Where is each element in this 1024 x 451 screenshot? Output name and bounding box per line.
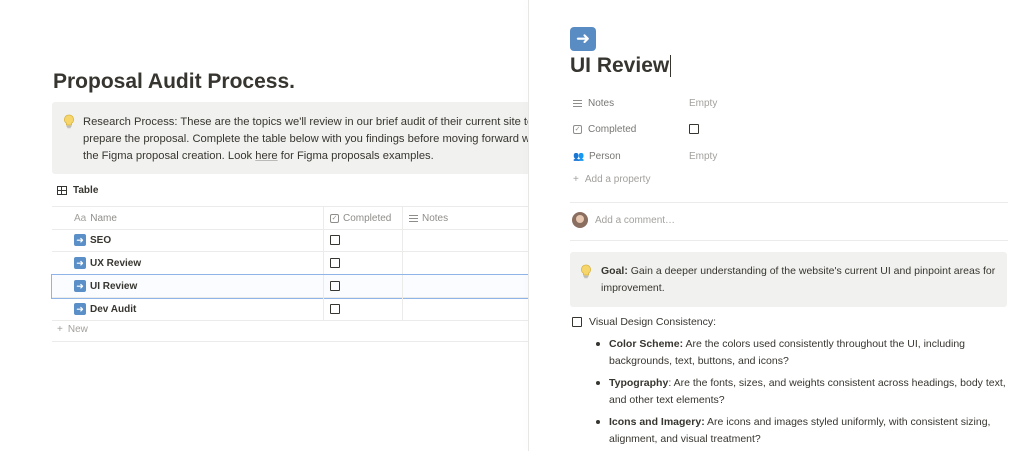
divider (570, 202, 1008, 203)
research-callout: Research Process: These are the topics w… (52, 102, 528, 174)
table-header: Aa Name ✓ Completed Notes (52, 206, 528, 230)
bullet-icon (596, 420, 600, 424)
goal-callout: Goal: Gain a deeper understanding of the… (570, 252, 1007, 307)
checkbox-property-icon: ✓ (330, 213, 339, 223)
completed-checkbox[interactable] (689, 124, 699, 134)
plus-icon: + (57, 324, 63, 335)
text-caret (670, 55, 672, 77)
bullet-icon (596, 342, 600, 346)
column-header-notes[interactable]: Notes (402, 207, 528, 229)
title-property-icon: Aa (74, 212, 87, 224)
property-value[interactable]: Empty (689, 151, 717, 162)
notes-cell[interactable] (402, 298, 528, 320)
text-lines-icon (409, 213, 418, 224)
property-value[interactable]: Empty (689, 98, 717, 109)
lightbulb-icon (63, 114, 75, 134)
arrow-right-icon: ➜ (74, 280, 86, 292)
property-completed[interactable]: ✓ Completed (573, 120, 699, 138)
row-title[interactable]: UI Review (90, 281, 137, 292)
bullet-item: Typography: Are the fonts, sizes, and we… (596, 375, 1006, 408)
checkbox-property-icon: ✓ (573, 124, 582, 134)
add-property-button[interactable]: + Add a property (573, 174, 650, 185)
bullet-item: Icons and Imagery: Are icons and images … (596, 414, 1006, 447)
database-page: Proposal Audit Process. Research Process… (0, 0, 528, 451)
bullet-icon (596, 381, 600, 385)
comment-input[interactable]: Add a comment… (572, 212, 675, 228)
table-row-selected[interactable]: ➜ UI Review (51, 274, 528, 299)
text-lines-icon (573, 98, 582, 109)
completed-checkbox[interactable] (330, 258, 340, 268)
property-person[interactable]: 👥 Person Empty (573, 147, 717, 165)
table-icon (57, 186, 67, 195)
arrow-right-icon: ➜ (74, 303, 86, 315)
goal-text: Goal: Gain a deeper understanding of the… (601, 265, 996, 294)
column-header-name[interactable]: Aa Name (52, 207, 322, 229)
property-notes[interactable]: Notes Empty (573, 94, 717, 112)
todo-item[interactable]: Visual Design Consistency: (572, 316, 716, 328)
completed-checkbox[interactable] (330, 281, 340, 291)
completed-checkbox[interactable] (330, 304, 340, 314)
table-view-tab[interactable]: Table (57, 185, 98, 196)
new-row-button[interactable]: + New (57, 324, 88, 335)
completed-checkbox[interactable] (330, 235, 340, 245)
avatar (572, 212, 588, 228)
notes-cell[interactable] (402, 252, 528, 274)
arrow-right-icon: ➜ (74, 257, 86, 269)
row-title[interactable]: Dev Audit (90, 304, 136, 315)
lightbulb-icon (580, 264, 592, 284)
column-header-completed[interactable]: ✓ Completed (323, 207, 401, 229)
page-title-input[interactable]: UI Review (570, 54, 672, 78)
arrow-right-icon: ➜ (74, 234, 86, 246)
arrow-right-icon[interactable]: ➜ (570, 27, 596, 51)
row-title[interactable]: UX Review (90, 258, 141, 269)
table-row[interactable]: ➜ SEO (52, 229, 528, 252)
divider (52, 341, 528, 342)
row-title[interactable]: SEO (90, 235, 111, 246)
todo-checkbox[interactable] (572, 317, 582, 327)
callout-text: Research Process: These are the topics w… (83, 116, 528, 162)
side-peek-panel: ➜ UI Review Notes Empty ✓ Completed 👥 Pers… (529, 0, 1024, 451)
plus-icon: + (573, 174, 579, 185)
people-icon: 👥 (573, 150, 585, 161)
table-row[interactable]: ➜ Dev Audit (52, 298, 528, 321)
figma-examples-link[interactable]: here (255, 150, 277, 162)
page-title: Proposal Audit Process. (53, 70, 295, 93)
notes-cell[interactable] (402, 229, 528, 251)
bullet-item: Color Scheme: Are the colors used consis… (596, 336, 1006, 369)
table-row[interactable]: ➜ UX Review (52, 252, 528, 275)
divider (570, 240, 1008, 241)
notes-cell[interactable] (402, 275, 528, 297)
